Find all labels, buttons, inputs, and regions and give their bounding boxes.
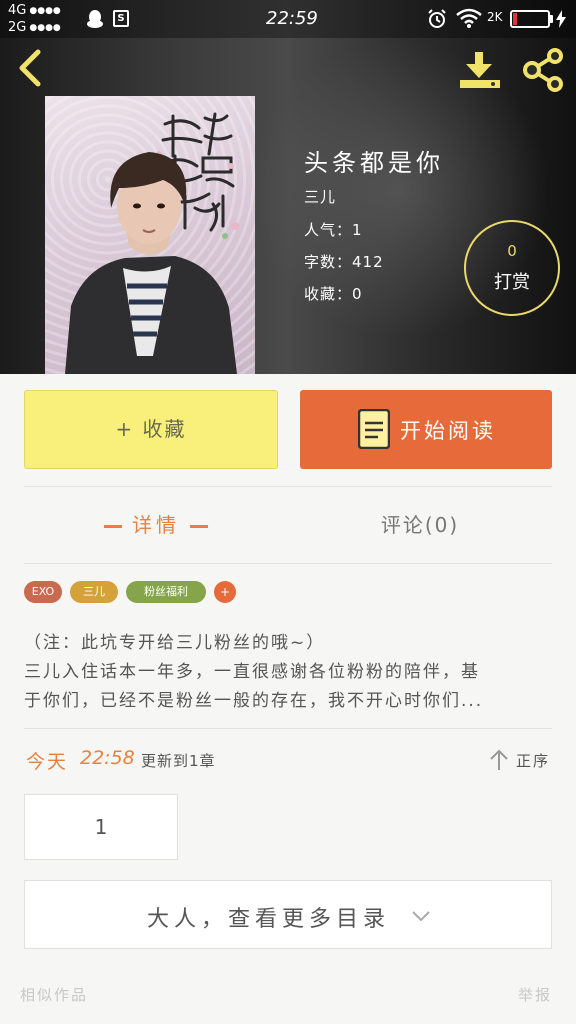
book-cover[interactable] [45,96,255,374]
update-day: 今天 [26,751,69,773]
description-line: 三儿入住话本一年多，一直很感谢各位粉粉的陪伴，基 [24,662,480,682]
similar-works-link[interactable]: 相似作品 [20,984,88,1005]
app-s-icon: S [113,10,129,27]
book-icon [358,409,390,449]
wifi-icon [456,8,482,28]
chapter-item[interactable]: 1 [24,794,178,860]
chevron-down-icon [412,911,430,922]
sort-order-label: 正序 [516,752,551,770]
book-title: 头条都是你 [304,149,444,177]
divider [24,728,552,729]
share-icon [523,48,563,92]
battery-icon [510,10,550,28]
network-speed: 2K [487,10,503,24]
book-author[interactable]: 三儿 [304,186,336,207]
sort-order-button[interactable]: 正序 [488,744,554,778]
tab-comments[interactable]: 评论(0) [288,488,552,562]
add-favorite-button[interactable]: + 收藏 [24,390,278,469]
book-favorites: 收藏：0 [304,285,363,303]
tags-more-button[interactable]: + [214,581,236,603]
battery-tip [550,15,553,23]
description-line[interactable]: 于你们，已经不是粉丝一般的存在，我不开心时你们... [24,686,554,711]
tab-active-line-left [104,525,122,528]
share-button[interactable] [520,48,566,92]
qq-penguin-icon [87,10,103,28]
tag-fan-welfare[interactable]: 粉丝福利 [126,581,206,603]
reward-button[interactable]: 0 打赏 [464,220,560,316]
back-button[interactable] [12,48,48,88]
catalog-label: 大人，查看更多目录 [147,907,391,932]
tag-author[interactable]: 三儿 [70,581,118,603]
book-word-count: 字数：412 [304,253,384,271]
divider [24,563,552,564]
reward-label: 打赏 [494,272,530,293]
network-indicator-1: 4G ●●●● [8,3,61,18]
update-time: 22:58 [80,747,135,769]
reward-count: 0 [507,242,517,260]
description-line: （注：此坑专开给三儿粉丝的哦~） [24,633,326,653]
chevron-left-icon [19,49,41,87]
start-reading-label: 开始阅读 [400,419,496,443]
tab-active-line-right [190,525,208,528]
status-bar: 4G ●●●● 2G ●●●● S 22:59 2K [0,0,576,38]
tab-details-label: 详情 [132,513,180,537]
cover-illustration [65,112,239,374]
tag-exo[interactable]: EXO [24,581,62,603]
update-status: 更新到1章 [141,752,216,770]
start-reading-button[interactable]: 开始阅读 [300,390,552,469]
arrow-up-icon [490,749,508,770]
charging-bolt-icon [556,10,566,28]
view-more-catalog-button[interactable]: 大人，查看更多目录 [24,880,552,949]
hero-header: 头条都是你 三儿 人气：1 字数：412 收藏：0 0 打赏 4G ●●●● 2G [0,0,576,374]
battery-level [513,13,517,25]
tab-details[interactable]: 详情 [24,488,288,562]
book-popularity: 人气：1 [304,221,363,239]
download-icon [460,52,500,88]
divider [24,486,552,487]
report-link[interactable]: 举报 [518,984,552,1005]
network-indicator-2: 2G ●●●● [8,20,61,35]
status-time: 22:59 [266,8,318,29]
download-button[interactable] [458,50,502,90]
alarm-icon [428,9,446,28]
